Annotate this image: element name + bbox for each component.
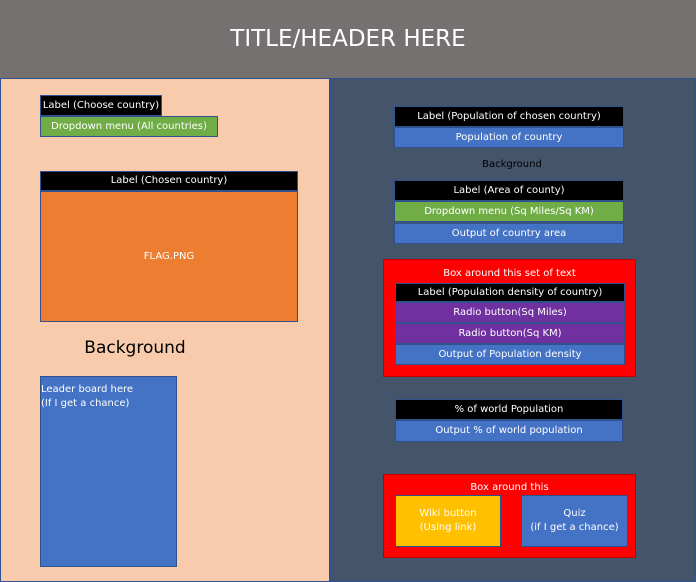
buttons-group-title: Box around this	[470, 481, 549, 493]
radio-sq-miles[interactable]: Radio button(Sq Miles)	[395, 302, 625, 323]
area-output: Output of country area	[394, 223, 624, 244]
area-unit-dropdown[interactable]: Dropdown menu (Sq Miles/Sq KM)	[394, 201, 624, 222]
area-label: Label (Area of county)	[394, 180, 624, 201]
leaderboard-box: Leader board here (If I get a chance)	[40, 376, 177, 567]
density-group-title: Box around this set of text	[443, 267, 576, 279]
country-dropdown[interactable]: Dropdown menu (All countries)	[40, 116, 218, 137]
density-label: Label (Population density of country)	[395, 283, 625, 302]
radio-sq-km[interactable]: Radio button(Sq KM)	[395, 323, 625, 344]
quiz-button-label: Quiz	[563, 508, 586, 519]
population-label: Label (Population of chosen country)	[394, 106, 624, 127]
page-title: TITLE/HEADER HERE	[230, 26, 466, 52]
leaderboard-title: Leader board here	[41, 384, 134, 395]
wiki-button[interactable]: Wiki button (Using link)	[395, 495, 501, 547]
wiki-button-label: Wiki button	[419, 508, 477, 519]
leaderboard-note: (If I get a chance)	[41, 398, 130, 409]
quiz-button-note: (if I get a chance)	[530, 522, 619, 533]
density-output: Output of Population density	[395, 344, 625, 365]
world-population-label: % of world Population	[395, 399, 623, 420]
flag-image: FLAG.PNG	[40, 191, 298, 322]
right-background-label: Background	[482, 158, 542, 170]
population-output: Population of country	[394, 127, 624, 148]
quiz-button[interactable]: Quiz (if I get a chance)	[521, 495, 628, 547]
choose-country-label: Label (Choose country)	[40, 95, 162, 116]
world-population-output: Output % of world population	[395, 420, 623, 442]
chosen-country-label: Label (Chosen country)	[40, 171, 298, 191]
wiki-button-note: (Using link)	[419, 522, 477, 533]
page-header: TITLE/HEADER HERE	[0, 0, 696, 78]
left-background-label: Background	[84, 338, 186, 358]
